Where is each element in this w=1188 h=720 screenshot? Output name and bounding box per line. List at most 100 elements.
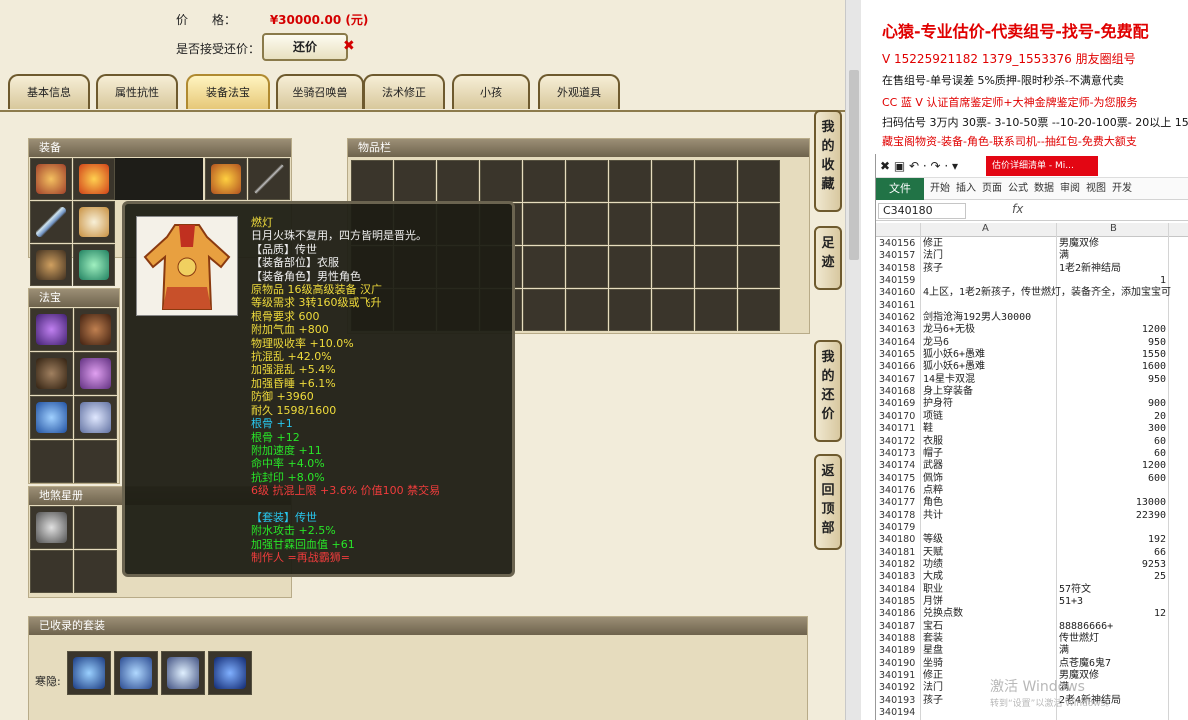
inventory-slot[interactable] (566, 246, 608, 288)
sheet-row[interactable]: 340180 等级 192 (876, 534, 1188, 546)
sheet-row[interactable]: 340158 孩子 1老2新神结局 (876, 263, 1188, 275)
inventory-slot[interactable] (695, 289, 737, 331)
tab-mounts-pets[interactable]: 坐骑召唤兽 (276, 74, 364, 109)
accessory-slot[interactable] (205, 158, 247, 200)
sheet-row[interactable]: 340165 狐小妖6+愚难 1550 (876, 349, 1188, 361)
fx-icon[interactable]: fx (1012, 202, 1023, 216)
back-to-top-button[interactable]: 返回顶部 (814, 454, 842, 550)
star-slot[interactable] (30, 550, 73, 593)
treasure-slot[interactable] (74, 308, 117, 351)
inventory-slot[interactable] (566, 203, 608, 245)
sheet-row[interactable]: 340178 共计 22390 (876, 510, 1188, 522)
sheet-row[interactable]: 340181 天赋 66 (876, 547, 1188, 559)
sheet-row[interactable]: 340157 法门 满 (876, 250, 1188, 262)
inventory-slot[interactable] (652, 246, 694, 288)
sheet-row[interactable]: 340183 大成 25 (876, 571, 1188, 583)
treasure-slot[interactable] (30, 440, 73, 483)
inventory-slot[interactable] (609, 160, 651, 202)
sheet-row[interactable]: 340159 1 (876, 275, 1188, 287)
sheet-row[interactable]: 340168 身上穿装备 (876, 386, 1188, 398)
column-b-header[interactable]: B (1110, 223, 1117, 234)
sheet-row[interactable]: 340182 功绩 9253 (876, 559, 1188, 571)
sheet-row[interactable]: 340179 (876, 522, 1188, 534)
inventory-slot[interactable] (738, 160, 780, 202)
inventory-slot[interactable] (523, 246, 565, 288)
inventory-slot[interactable] (738, 203, 780, 245)
inventory-slot[interactable] (566, 160, 608, 202)
bargain-button[interactable]: 还价 (262, 33, 348, 61)
inventory-slot[interactable] (695, 160, 737, 202)
file-tab[interactable]: 文件 (876, 178, 924, 200)
inventory-slot[interactable] (523, 289, 565, 331)
sheet-row[interactable]: 340190 坐骑 点苍魔6鬼7 (876, 658, 1188, 670)
sheet-row[interactable]: 340174 武器 1200 (876, 460, 1188, 472)
sheet-row[interactable]: 340167 14星卡双混 950 (876, 374, 1188, 386)
sheet-row[interactable]: 340170 项链 20 (876, 411, 1188, 423)
treasure-slot[interactable] (30, 352, 73, 395)
ribbon-tab-insert[interactable]: 插入 (956, 178, 976, 200)
necklace-slot[interactable] (73, 158, 115, 200)
star-slot[interactable] (74, 550, 117, 593)
treasure-slot[interactable] (30, 396, 73, 439)
treasure-slot[interactable] (74, 396, 117, 439)
treasure-slot[interactable] (30, 308, 73, 351)
sheet-row[interactable]: 340175 佩饰 600 (876, 473, 1188, 485)
sheet-row[interactable]: 340166 狐小妖6+愚难 1600 (876, 361, 1188, 373)
ribbon-tab-home[interactable]: 开始 (930, 178, 950, 200)
sheet-row[interactable]: 340162 剑指沧海192男人30000 (876, 312, 1188, 324)
inventory-slot[interactable] (609, 203, 651, 245)
belt-slot[interactable] (30, 244, 72, 286)
set-item-slot[interactable] (114, 651, 158, 695)
close-icon[interactable]: ✖ (343, 38, 355, 54)
sheet-row[interactable]: 340176 点粹 (876, 485, 1188, 497)
weapon-slot[interactable] (30, 201, 72, 243)
column-a-header[interactable]: A (982, 223, 989, 234)
sheet-row[interactable]: 340161 (876, 300, 1188, 312)
inventory-slot[interactable] (523, 203, 565, 245)
sheet-row[interactable]: 340189 星盘 满 (876, 645, 1188, 657)
quick-access-toolbar[interactable]: ✖ ▣ ↶ · ↷ · ▾ (880, 159, 958, 173)
footprints-button[interactable]: 足迹 (814, 226, 842, 290)
ribbon-tab-review[interactable]: 审阅 (1060, 178, 1080, 200)
inventory-slot[interactable] (652, 160, 694, 202)
armor-slot[interactable] (73, 201, 115, 243)
inventory-slot[interactable] (437, 160, 479, 202)
set-item-slot[interactable] (208, 651, 252, 695)
treasure-slot[interactable] (74, 440, 117, 483)
inventory-slot[interactable] (695, 246, 737, 288)
inventory-slot[interactable] (480, 160, 522, 202)
inventory-slot[interactable] (738, 289, 780, 331)
sheet-row[interactable]: 340160 4上区，1老2新孩子，传世燃灯，装备齐全，添加宝宝可 (876, 287, 1188, 299)
ribbon-tab-view[interactable]: 视图 (1086, 178, 1106, 200)
ribbon-tab-data[interactable]: 数据 (1034, 178, 1054, 200)
inventory-slot[interactable] (652, 289, 694, 331)
star-slot[interactable] (30, 506, 73, 549)
sheet-row[interactable]: 340171 鞋 300 (876, 423, 1188, 435)
tab-equipment[interactable]: 装备法宝 (186, 74, 270, 109)
ornament-slot[interactable] (248, 158, 290, 200)
scrollbar-thumb[interactable] (849, 70, 859, 260)
inventory-slot[interactable] (523, 160, 565, 202)
set-item-slot[interactable] (161, 651, 205, 695)
inventory-slot[interactable] (351, 160, 393, 202)
sheet-row[interactable]: 340156 修正 男魔双修 (876, 238, 1188, 250)
inventory-slot[interactable] (394, 160, 436, 202)
shoes-slot[interactable] (73, 244, 115, 286)
ribbon-tab-formulas[interactable]: 公式 (1008, 178, 1028, 200)
star-slot[interactable] (74, 506, 117, 549)
sheet-row[interactable]: 340173 帽子 60 (876, 448, 1188, 460)
ribbon-tab-developer[interactable]: 开发 (1112, 178, 1132, 200)
hat-slot[interactable] (30, 158, 72, 200)
sheet-row[interactable]: 340185 月饼 51+3 (876, 596, 1188, 608)
my-favorites-button[interactable]: 我的收藏 (814, 110, 842, 212)
inventory-slot[interactable] (609, 246, 651, 288)
sheet-row[interactable]: 340172 衣服 60 (876, 436, 1188, 448)
inventory-slot[interactable] (738, 246, 780, 288)
ribbon-tab-layout[interactable]: 页面 (982, 178, 1002, 200)
inventory-slot[interactable] (695, 203, 737, 245)
name-box[interactable]: C340180 (878, 203, 966, 219)
set-item-slot[interactable] (67, 651, 111, 695)
sheet-row[interactable]: 340177 角色 13000 (876, 497, 1188, 509)
my-bargains-button[interactable]: 我的还价 (814, 340, 842, 442)
sheet-row[interactable]: 340163 龙马6+无极 1200 (876, 324, 1188, 336)
